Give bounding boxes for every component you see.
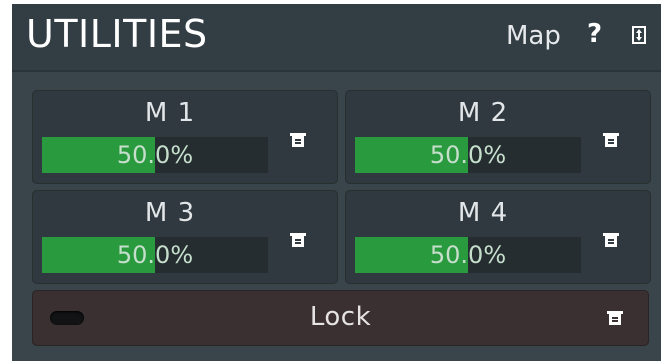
map-button[interactable]: Map — [506, 21, 561, 51]
menu-icon[interactable] — [290, 233, 306, 247]
utilities-panel: UTILITIES Map ? M 1 50.0% M 2 50.0% M 3 … — [12, 4, 661, 361]
macro-label: M 1 — [144, 98, 196, 128]
macro-cell-m3: M 3 50.0% — [32, 190, 338, 284]
macro-cell-m1: M 1 50.0% — [32, 90, 338, 184]
macro-label: M 4 — [457, 198, 509, 228]
slider-value: 50.0% — [429, 141, 507, 169]
macro-slider-m2[interactable]: 50.0% — [355, 137, 581, 173]
macro-cell-m4: M 4 50.0% — [345, 190, 651, 284]
macro-cell-m2: M 2 50.0% — [345, 90, 651, 184]
macro-label: M 2 — [457, 98, 509, 128]
macro-slider-m4[interactable]: 50.0% — [355, 237, 581, 273]
macro-slider-m3[interactable]: 50.0% — [42, 237, 268, 273]
macro-slider-m1[interactable]: 50.0% — [42, 137, 268, 173]
resize-icon[interactable] — [632, 26, 646, 44]
menu-icon[interactable] — [607, 311, 623, 325]
header-divider — [12, 70, 661, 72]
slider-value: 50.0% — [429, 241, 507, 269]
menu-icon[interactable] — [603, 233, 619, 247]
panel-header: UTILITIES Map ? — [12, 4, 661, 70]
lock-toggle-button[interactable]: Lock — [32, 290, 649, 346]
menu-icon[interactable] — [290, 133, 306, 147]
panel-title: UTILITIES — [26, 12, 208, 56]
slider-value: 50.0% — [116, 241, 194, 269]
menu-icon[interactable] — [603, 133, 619, 147]
lock-label: Lock — [309, 302, 372, 332]
macro-label: M 3 — [144, 198, 196, 228]
slider-value: 50.0% — [116, 141, 194, 169]
help-icon[interactable]: ? — [587, 19, 602, 49]
